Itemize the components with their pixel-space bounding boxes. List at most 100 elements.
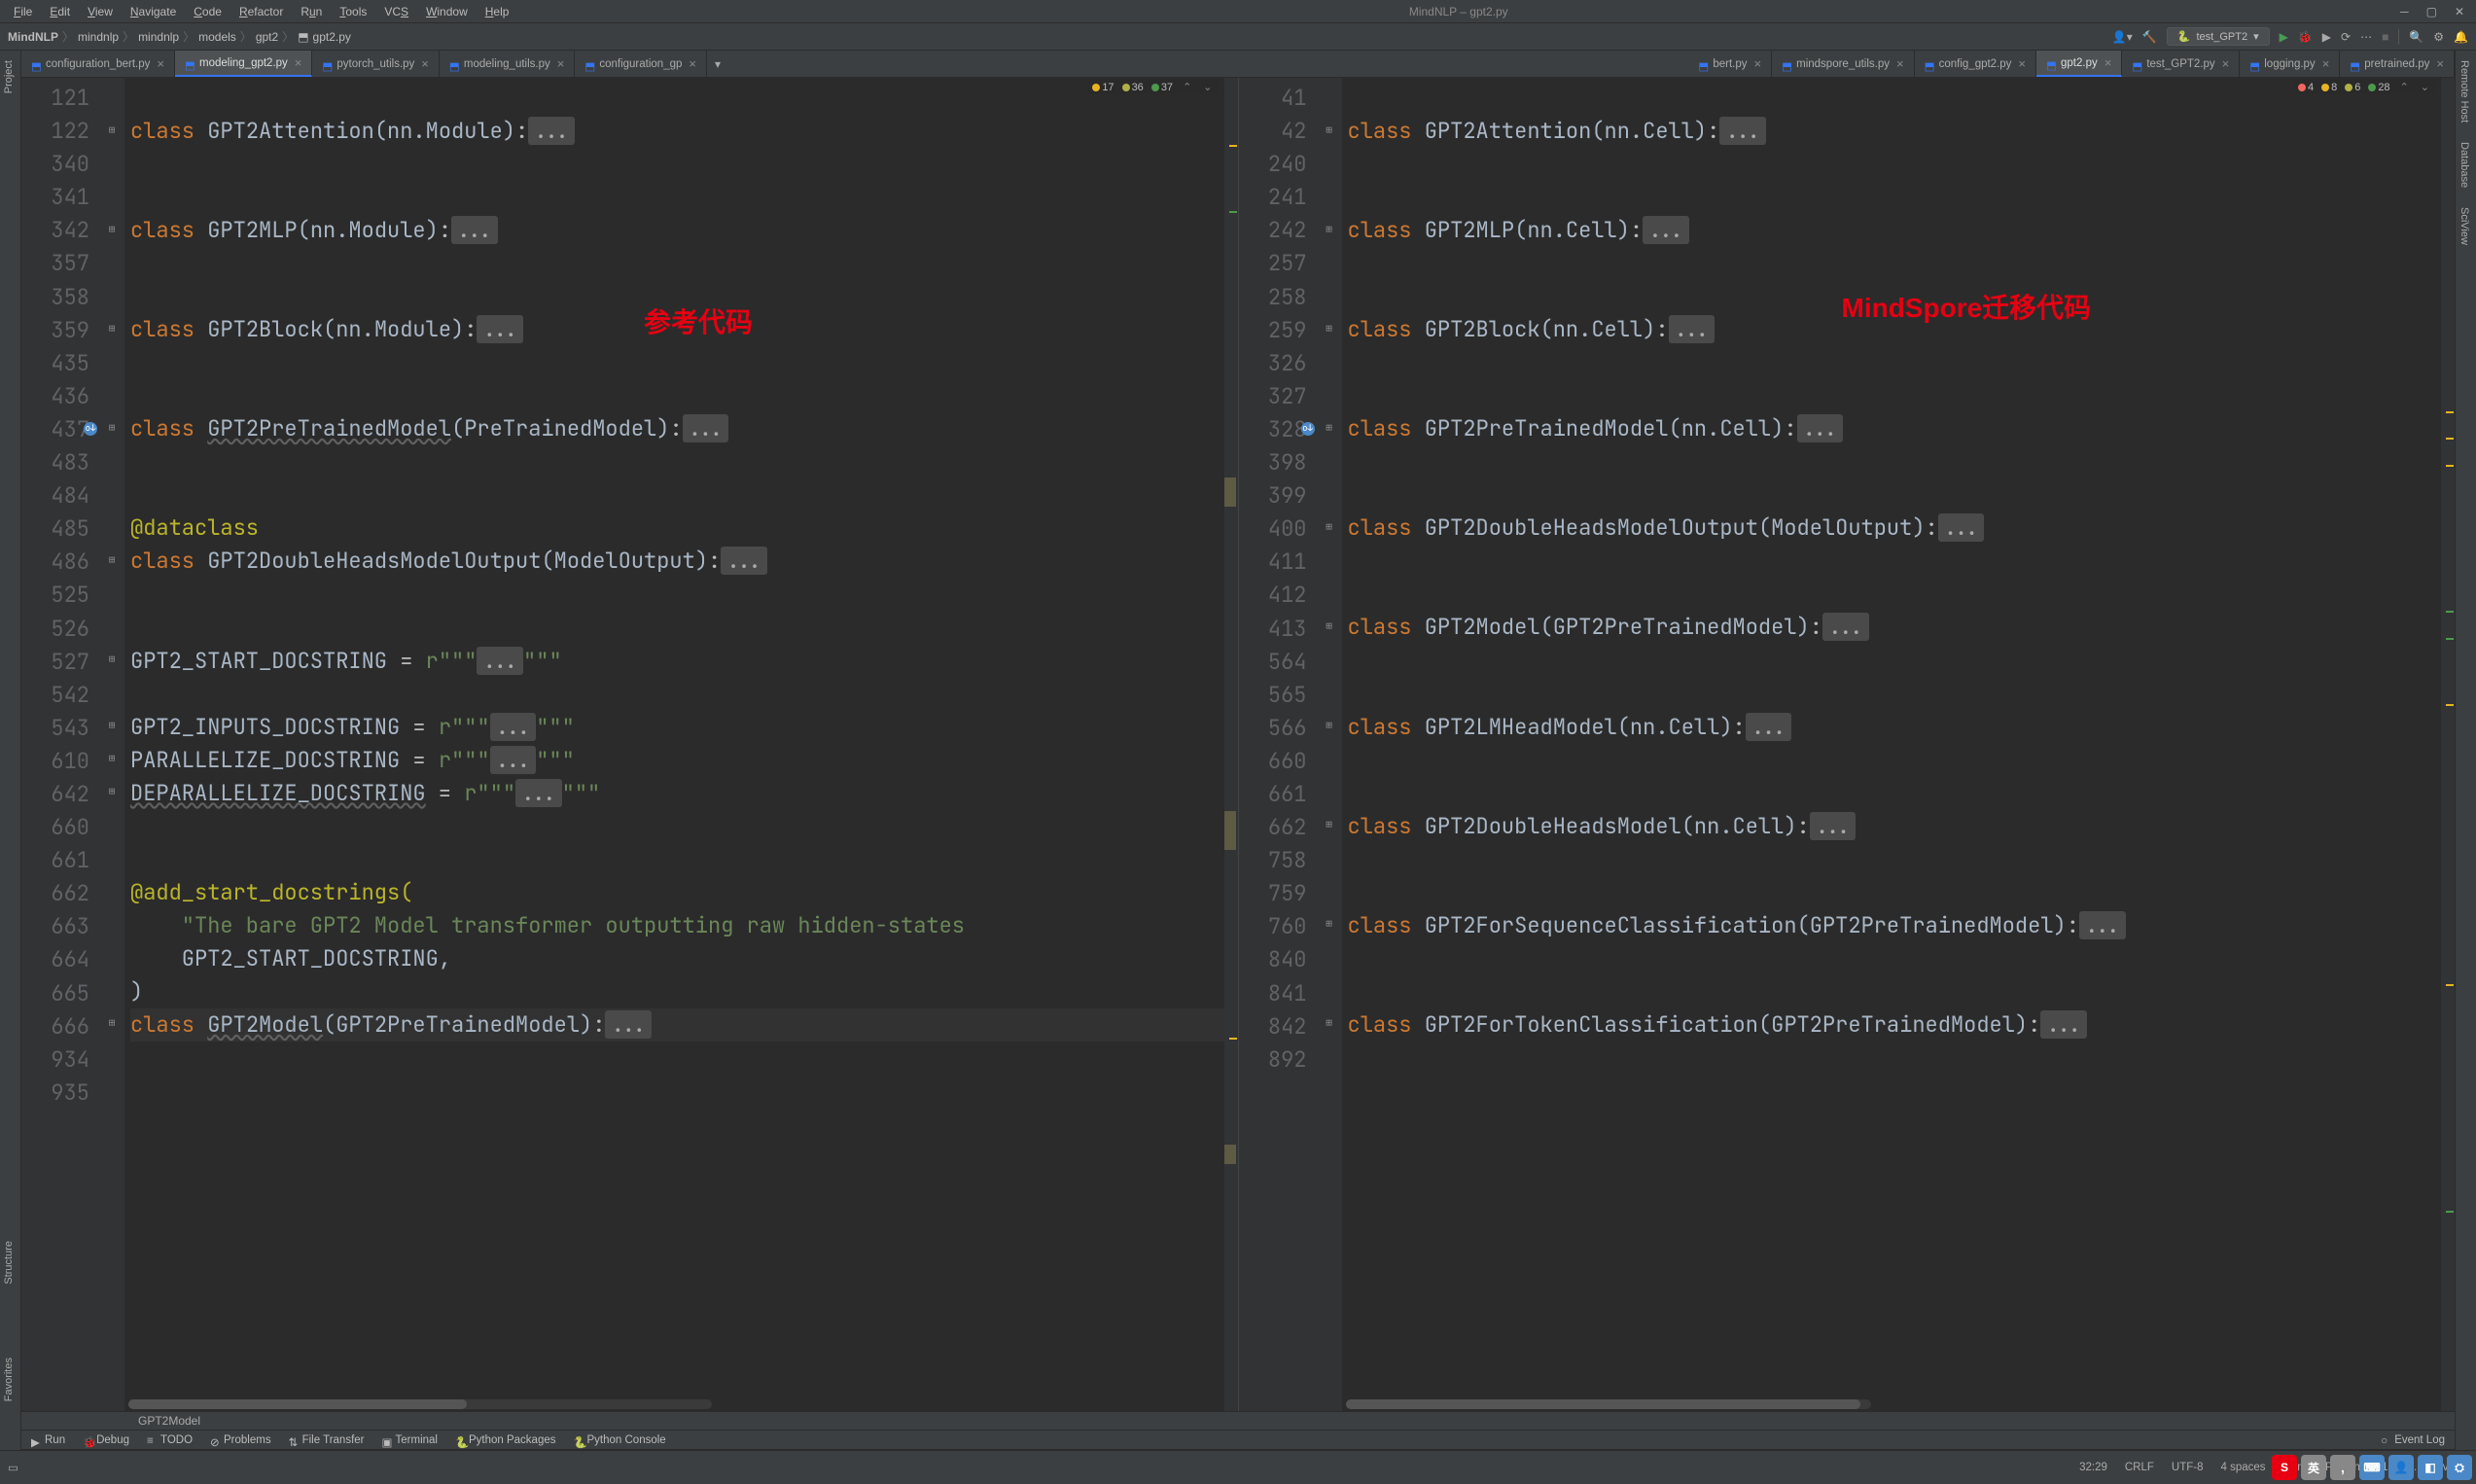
code-line[interactable] bbox=[130, 678, 1232, 711]
code-area-right[interactable]: 4142240241242257258259326327328398399400… bbox=[1239, 78, 2456, 1411]
search-icon[interactable]: 🔍 bbox=[2409, 30, 2423, 44]
code-line[interactable]: class GPT2DoubleHeadsModelOutput(ModelOu… bbox=[130, 545, 1232, 578]
build-icon[interactable]: 🔨 bbox=[2142, 30, 2157, 44]
code-line[interactable]: @add_start_docstrings( bbox=[130, 876, 1232, 909]
ime-sogou-icon[interactable]: S bbox=[2272, 1455, 2297, 1480]
code-line[interactable]: @dataclass bbox=[130, 512, 1232, 545]
code-line[interactable]: class GPT2ForTokenClassification(GPT2Pre… bbox=[1348, 1008, 2450, 1042]
menu-window[interactable]: Window bbox=[418, 3, 476, 20]
editor-tab[interactable]: ⬒bert.py× bbox=[1688, 51, 1772, 77]
breadcrumb-item[interactable]: mindnlp bbox=[138, 30, 179, 44]
line-separator[interactable]: CRLF bbox=[2125, 1462, 2154, 1473]
breadcrumb-root[interactable]: MindNLP bbox=[8, 30, 58, 44]
code-line[interactable]: class GPT2Model(GPT2PreTrainedModel):... bbox=[130, 1008, 1232, 1042]
close-tab-icon[interactable]: × bbox=[689, 56, 696, 71]
menu-help[interactable]: Help bbox=[478, 3, 517, 20]
close-tab-icon[interactable]: × bbox=[2322, 56, 2330, 71]
run-icon[interactable]: ▶ bbox=[2280, 30, 2288, 44]
code-body-right[interactable]: class GPT2Attention(nn.Cell):... class GP… bbox=[1342, 78, 2456, 1411]
run-tool-button[interactable]: ▶Run bbox=[31, 1434, 65, 1446]
file-transfer-tool-button[interactable]: ⇅File Transfer bbox=[289, 1434, 365, 1446]
code-line[interactable]: class GPT2DoubleHeadsModelOutput(ModelOu… bbox=[1348, 512, 2450, 545]
code-line[interactable] bbox=[1348, 445, 2450, 478]
close-tab-icon[interactable]: × bbox=[295, 55, 302, 70]
sciview-tool-button[interactable]: SciView bbox=[2456, 197, 2473, 255]
code-line[interactable] bbox=[130, 379, 1232, 412]
code-line[interactable] bbox=[130, 579, 1232, 612]
event-log-button[interactable]: ○Event Log bbox=[2381, 1434, 2445, 1446]
override-icon[interactable]: o↓ bbox=[1301, 422, 1315, 436]
terminal-tool-button[interactable]: ▣Terminal bbox=[382, 1434, 438, 1446]
ime-lang-icon[interactable]: 英 bbox=[2301, 1455, 2326, 1480]
code-line[interactable] bbox=[130, 181, 1232, 214]
editor-tab[interactable]: ⬒pytorch_utils.py× bbox=[312, 51, 440, 77]
inspection-summary-right[interactable]: 4 8 6 28 ⌃ ⌄ bbox=[2294, 80, 2435, 94]
menu-file[interactable]: File bbox=[6, 3, 40, 20]
code-line[interactable] bbox=[130, 1075, 1232, 1108]
quick-list-icon[interactable]: ▭ bbox=[8, 1461, 18, 1474]
editor-tab[interactable]: ⬒modeling_utils.py× bbox=[440, 51, 575, 77]
code-line[interactable] bbox=[1348, 876, 2450, 909]
code-line[interactable] bbox=[1348, 578, 2450, 611]
code-line[interactable] bbox=[1348, 545, 2450, 578]
editor-tab[interactable]: ⬒mindspore_utils.py× bbox=[1772, 51, 1914, 77]
code-line[interactable]: class GPT2ForSequenceClassification(GPT2… bbox=[1348, 909, 2450, 942]
minimize-icon[interactable]: ─ bbox=[2400, 5, 2409, 18]
ime-person-icon[interactable]: 👤 bbox=[2388, 1455, 2414, 1480]
remote-host-tool-button[interactable]: Remote Host bbox=[2456, 51, 2473, 132]
menu-navigate[interactable]: Navigate bbox=[123, 3, 184, 20]
error-stripe-right[interactable] bbox=[2441, 78, 2455, 1411]
code-line[interactable]: class GPT2PreTrainedModel(PreTrainedMode… bbox=[130, 412, 1232, 445]
code-line[interactable]: GPT2_INPUTS_DOCSTRING = r"""...""" bbox=[130, 711, 1232, 744]
code-line[interactable] bbox=[130, 478, 1232, 512]
ime-punct-icon[interactable]: , bbox=[2330, 1455, 2355, 1480]
code-line[interactable]: "The bare GPT2 Model transformer outputt… bbox=[130, 909, 1232, 942]
code-line[interactable]: GPT2_START_DOCSTRING, bbox=[130, 942, 1232, 975]
editor-tab[interactable]: ⬒logging.py× bbox=[2240, 51, 2340, 77]
gutter-right[interactable]: 4142240241242257258259326327328398399400… bbox=[1239, 78, 1317, 1411]
maximize-icon[interactable]: ▢ bbox=[2426, 5, 2437, 18]
code-line[interactable] bbox=[1348, 843, 2450, 876]
settings-icon[interactable]: ⚙ bbox=[2433, 30, 2444, 44]
code-line[interactable] bbox=[1348, 346, 2450, 379]
debug-icon[interactable]: 🐞 bbox=[2298, 30, 2313, 44]
file-breadcrumb[interactable]: GPT2Model bbox=[21, 1411, 2455, 1431]
code-line[interactable]: class GPT2Attention(nn.Cell):... bbox=[1348, 115, 2450, 148]
horizontal-scrollbar-left[interactable] bbox=[128, 1399, 712, 1409]
code-line[interactable] bbox=[130, 612, 1232, 645]
close-tab-icon[interactable]: × bbox=[2018, 56, 2026, 71]
close-tab-icon[interactable]: × bbox=[157, 56, 164, 71]
file-breadcrumb-class[interactable]: GPT2Model bbox=[138, 1414, 200, 1428]
ime-skin-icon[interactable]: ◧ bbox=[2418, 1455, 2443, 1480]
indent-settings[interactable]: 4 spaces bbox=[2220, 1462, 2265, 1473]
code-line[interactable]: class GPT2Model(GPT2PreTrainedModel):... bbox=[1348, 611, 2450, 644]
breadcrumb-item[interactable]: gpt2 bbox=[256, 30, 278, 44]
code-body-left[interactable]: class GPT2Attention(nn.Module):...class … bbox=[124, 78, 1238, 1411]
code-line[interactable] bbox=[1348, 148, 2450, 181]
close-icon[interactable]: ✕ bbox=[2455, 5, 2464, 18]
python-console-tool-button[interactable]: 🐍Python Console bbox=[574, 1434, 666, 1446]
notifications-icon[interactable]: 🔔 bbox=[2454, 30, 2468, 44]
problems-tool-button[interactable]: ⊘Problems bbox=[210, 1434, 271, 1446]
project-tool-button[interactable]: Project bbox=[0, 51, 18, 103]
code-line[interactable] bbox=[130, 82, 1232, 115]
editor-tab[interactable]: ⬒pretrained.py× bbox=[2340, 51, 2455, 77]
code-line[interactable] bbox=[1348, 82, 2450, 115]
code-line[interactable]: DEPARALLELIZE_DOCSTRING = r"""...""" bbox=[130, 777, 1232, 810]
code-line[interactable] bbox=[1348, 975, 2450, 1008]
chevron-up-icon[interactable]: ⌃ bbox=[1181, 81, 1193, 93]
ime-tool-icon[interactable]: ⛭ bbox=[2447, 1455, 2472, 1480]
code-line[interactable] bbox=[130, 445, 1232, 478]
editor-tab[interactable]: ⬒configuration_bert.py× bbox=[21, 51, 175, 77]
structure-tool-button[interactable]: Structure bbox=[0, 1231, 18, 1294]
code-line[interactable]: class GPT2MLP(nn.Module):... bbox=[130, 214, 1232, 247]
menu-tools[interactable]: Tools bbox=[332, 3, 374, 20]
close-tab-icon[interactable]: × bbox=[421, 56, 429, 71]
code-line[interactable] bbox=[1348, 678, 2450, 711]
menu-vcs[interactable]: VCS bbox=[376, 3, 416, 20]
attach-icon[interactable]: ⋯ bbox=[2360, 30, 2372, 44]
code-line[interactable]: class GPT2LMHeadModel(nn.Cell):... bbox=[1348, 711, 2450, 744]
code-line[interactable] bbox=[1348, 247, 2450, 280]
fold-column-right[interactable]: ⊞⊞⊞o↓⊞⊞⊞⊞⊞⊞⊞ bbox=[1317, 78, 1342, 1411]
coverage-icon[interactable]: ▶ bbox=[2322, 30, 2331, 44]
